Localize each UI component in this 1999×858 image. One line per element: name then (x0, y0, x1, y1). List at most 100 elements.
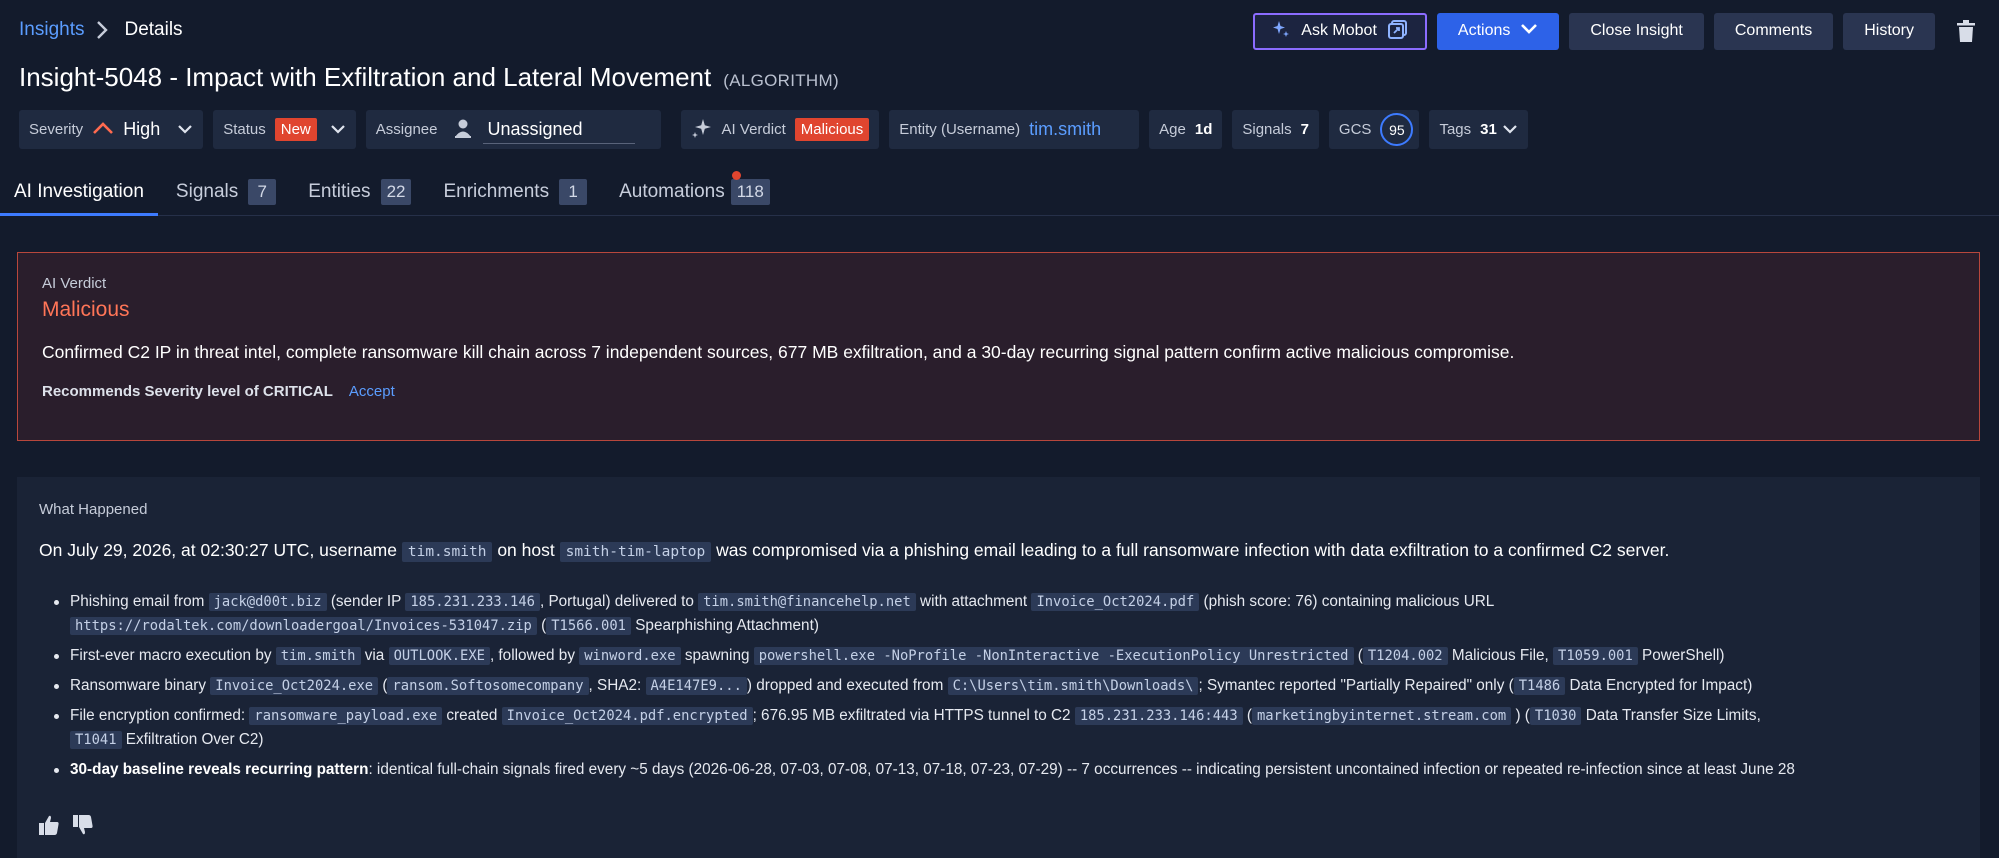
code-chip: 185.231.233.146:443 (1074, 707, 1243, 725)
chevron-right-icon (96, 19, 112, 41)
code-chip: T1486 (1513, 677, 1566, 695)
tags-dropdown[interactable]: Tags 31 (1429, 110, 1528, 149)
code-chip: T1566.001 (546, 617, 631, 635)
status-badge: New (274, 118, 317, 141)
code-chip: 185.231.233.146 (405, 593, 540, 611)
comments-button[interactable]: Comments (1713, 12, 1834, 50)
code-chip: Invoice_Oct2024.pdf (1031, 593, 1200, 611)
assignee-label: Assignee (375, 121, 438, 138)
entity-username-link[interactable]: tim.smith (1029, 119, 1101, 140)
text: Malicious File, (1451, 647, 1549, 664)
list-item: Ransomware binary Invoice_Oct2024.exe (r… (39, 674, 1958, 698)
thumbs-down-icon[interactable] (72, 814, 94, 836)
ai-verdict-label: AI Verdict (721, 121, 786, 138)
code-chip: winword.exe (579, 647, 681, 665)
text: Spearphishing Attachment) (635, 617, 819, 634)
summary-text: On July 29, 2026, at 02:30:27 UTC, usern… (39, 540, 397, 560)
tab-automations[interactable]: Automations 118 (619, 168, 770, 216)
verdict-description: Confirmed C2 IP in threat intel, complet… (42, 342, 1515, 362)
text: created (446, 707, 498, 724)
code-chip: https://rodaltek.com/downloadergoal/Invo… (70, 617, 537, 635)
text: spawning (684, 647, 750, 664)
text: , SHA2: (588, 677, 642, 694)
breadcrumb-insights-link[interactable]: Insights (19, 19, 84, 41)
text: Ransomware binary (70, 677, 207, 694)
status-dropdown[interactable]: Status New (213, 110, 356, 149)
ai-verdict-badge: Malicious (794, 118, 870, 141)
list-item: 30-day baseline reveals recurring patter… (39, 758, 1958, 782)
assignee-field[interactable]: Assignee Unassigned (365, 110, 661, 149)
ask-mobot-label: Ask Mobot (1301, 22, 1377, 39)
notification-dot (732, 170, 742, 180)
tab-enrichments[interactable]: Enrichments 1 (443, 168, 588, 216)
text: First-ever macro execution by (70, 647, 272, 664)
text: File encryption confirmed: (70, 707, 246, 724)
what-happened-summary: On July 29, 2026, at 02:30:27 UTC, usern… (39, 536, 1958, 566)
text: : identical full-chain signals fired eve… (368, 761, 1795, 778)
accept-link[interactable]: Accept (349, 383, 395, 400)
page-title: Insight-5048 - Impact with Exfiltration … (19, 62, 712, 92)
signals-value: 7 (1300, 121, 1309, 138)
age-label: Age (1159, 121, 1186, 138)
recommendation-text: Recommends Severity level of CRITICAL (42, 383, 333, 400)
code-chip: OUTLOOK.EXE (388, 647, 490, 665)
actions-button[interactable]: Actions (1436, 12, 1560, 50)
chevron-down-icon (1520, 22, 1538, 40)
list-item: File encryption confirmed: ransomware_pa… (39, 704, 1958, 752)
thumbs-up-icon[interactable] (38, 814, 60, 836)
gcs-chip: GCS 95 (1328, 110, 1420, 149)
signals-label: Signals (1242, 121, 1292, 138)
ai-sparkle-icon (691, 117, 713, 143)
text: (sender IP (330, 593, 402, 610)
trash-icon[interactable] (1951, 13, 1981, 50)
severity-up-icon (92, 121, 114, 139)
tab-entities[interactable]: Entities 22 (308, 168, 412, 216)
chevron-down-icon (1502, 121, 1518, 138)
text: , Portugal) delivered to (539, 593, 694, 610)
status-label: Status (223, 121, 266, 138)
tab-label: Entities (308, 180, 371, 202)
text: ; Symantec reported "Partially Repaired"… (1198, 677, 1514, 694)
ai-verdict-chip: AI Verdict Malicious (680, 110, 880, 149)
tab-bar: AI Investigation Signals 7 Entities 22 E… (0, 168, 1999, 216)
text: , followed by (489, 647, 575, 664)
summary-text: was compromised via a phishing email lea… (716, 540, 1670, 560)
severity-label: Severity (29, 121, 84, 138)
code-chip: T1030 (1529, 707, 1582, 725)
sparkle-icon (1271, 19, 1291, 44)
severity-dropdown[interactable]: Severity High (19, 110, 204, 149)
tab-label: Automations (619, 180, 725, 202)
close-insight-button[interactable]: Close Insight (1569, 12, 1704, 50)
tab-count: 7 (248, 178, 277, 205)
text: Exfiltration Over C2) (125, 731, 264, 748)
what-happened-panel: What Happened On July 29, 2026, at 02:30… (17, 477, 1980, 858)
title-row: Insight-5048 - Impact with Exfiltration … (19, 62, 839, 98)
tab-count: 22 (380, 178, 412, 205)
text: PowerShell) (1642, 647, 1725, 664)
age-value: 1d (1194, 121, 1213, 138)
insight-source: (ALGORITHM) (723, 71, 839, 90)
ask-mobot-button[interactable]: Ask Mobot (1253, 12, 1427, 50)
tab-signals[interactable]: Signals 7 (176, 168, 277, 216)
entity-label: Entity (Username) (899, 121, 1021, 138)
meta-row: Severity High Status New Assignee Unassi… (19, 110, 1528, 149)
code-chip: T1059.001 (1553, 647, 1638, 665)
code-chip: C:\Users\tim.smith\Downloads\ (947, 677, 1199, 695)
what-happened-heading: What Happened (39, 501, 148, 518)
text: 30-day baseline reveals recurring patter… (70, 761, 369, 778)
summary-text: on host (497, 540, 555, 560)
code-chip: powershell.exe -NoProfile -NonInteractiv… (753, 647, 1354, 665)
tab-ai-investigation[interactable]: AI Investigation (0, 168, 158, 216)
signals-chip: Signals 7 (1232, 110, 1319, 149)
tags-value: 31 (1480, 121, 1497, 138)
ai-verdict-panel: AI Verdict Malicious Confirmed C2 IP in … (17, 252, 1980, 441)
code-chip: ransomware_payload.exe (249, 707, 443, 725)
text: via (364, 647, 385, 664)
entity-chip[interactable]: Entity (Username) tim.smith (889, 110, 1140, 149)
user-icon (452, 117, 474, 143)
chevron-down-icon (177, 121, 193, 138)
text: ) ( (1515, 707, 1530, 724)
code-chip: T1041 (70, 731, 122, 749)
code-chip: A4E147E9... (645, 677, 747, 695)
history-button[interactable]: History (1843, 12, 1935, 50)
